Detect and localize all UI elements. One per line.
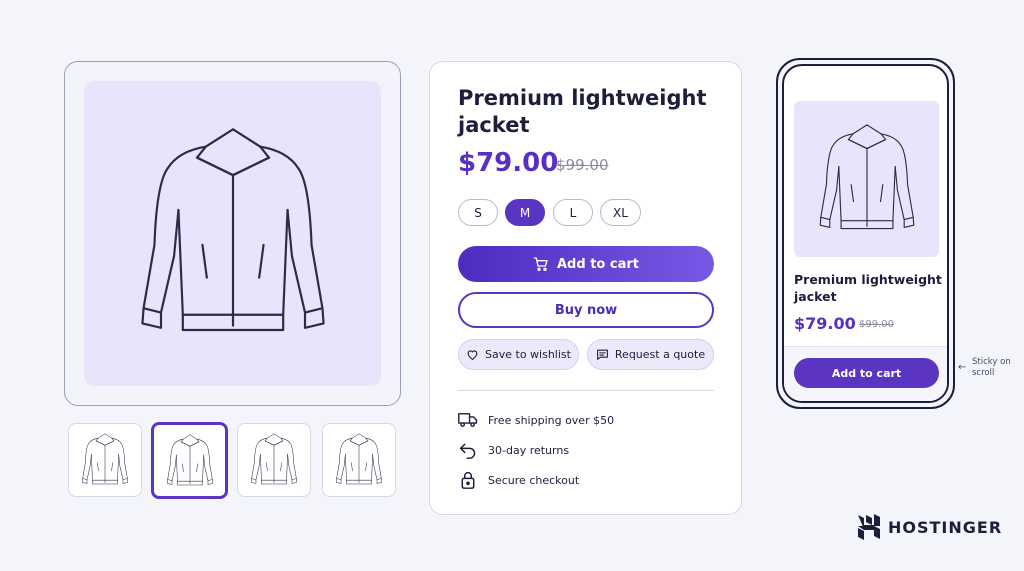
mobile-product-title: Premium lightweight jacket [794,272,942,304]
product-title: Premium lightweight jacket [458,86,707,137]
product-old-price: $99.00 [556,156,609,174]
feature-shipping-label: Free shipping over $50 [488,413,615,427]
thumbnail-strip [68,422,398,499]
sticky-annotation: ← Sticky on scroll [958,357,1018,381]
feature-shipping: Free shipping over $50 [458,410,614,430]
size-option-s[interactable]: S [458,199,498,226]
size-option-m[interactable]: M [505,199,545,226]
buy-now-button[interactable]: Buy now [458,292,714,328]
return-arrow-icon [459,443,476,459]
divider [458,390,714,391]
thumbnail-4[interactable] [322,423,396,497]
cart-icon [533,257,548,271]
jacket-icon [808,117,926,241]
add-to-cart-label: Add to cart [557,256,639,272]
mobile-product-old-price: $99.00 [859,319,894,330]
arrow-left-icon: ← [958,362,967,373]
feature-returns-label: 30-day returns [488,443,570,457]
jacket-icon [77,430,133,490]
add-to-cart-button[interactable]: Add to cart [458,246,714,282]
jacket-icon [246,430,302,490]
truck-icon [458,413,478,428]
quote-label: Request a quote [614,348,706,361]
thumbnail-2[interactable] [151,422,228,499]
thumbnail-1[interactable] [68,423,142,497]
product-gallery [64,61,401,406]
mobile-sticky-bar: Add to cart [784,346,947,401]
mobile-product-price: $79.00 [794,314,856,333]
jacket-icon [331,430,387,490]
feature-returns: 30-day returns [458,440,569,460]
buy-now-label: Buy now [554,302,618,318]
size-option-l[interactable]: L [553,199,593,226]
jacket-icon [113,114,353,354]
jacket-icon [162,431,218,491]
feature-secure-checkout: Secure checkout [458,470,579,490]
product-details-card: Premium lightweight jacket $79.00 $99.00… [429,61,742,515]
heart-icon [467,350,478,360]
mobile-add-to-cart-button[interactable]: Add to cart [794,358,939,388]
thumbnail-3[interactable] [237,423,311,497]
message-icon [596,349,608,360]
product-price: $79.00 [458,148,559,178]
lock-icon [461,471,475,489]
mobile-preview-screen: Premium lightweight jacket $79.00 $99.00… [782,64,949,403]
save-to-wishlist-button[interactable]: Save to wishlist [458,339,579,370]
wishlist-label: Save to wishlist [485,348,571,361]
brand-name: HOSTINGER [888,517,1003,537]
sticky-annotation-text: Sticky on scroll [972,357,1011,378]
brand-logo: HOSTINGER [858,513,1002,541]
main-product-image[interactable] [84,81,381,386]
hostinger-logo-icon [858,514,880,540]
request-quote-button[interactable]: Request a quote [587,339,714,370]
mobile-product-image[interactable] [794,101,939,257]
feature-secure-checkout-label: Secure checkout [488,473,580,487]
mobile-preview-frame: Premium lightweight jacket $79.00 $99.00… [776,58,955,409]
size-option-xl[interactable]: XL [600,199,641,226]
